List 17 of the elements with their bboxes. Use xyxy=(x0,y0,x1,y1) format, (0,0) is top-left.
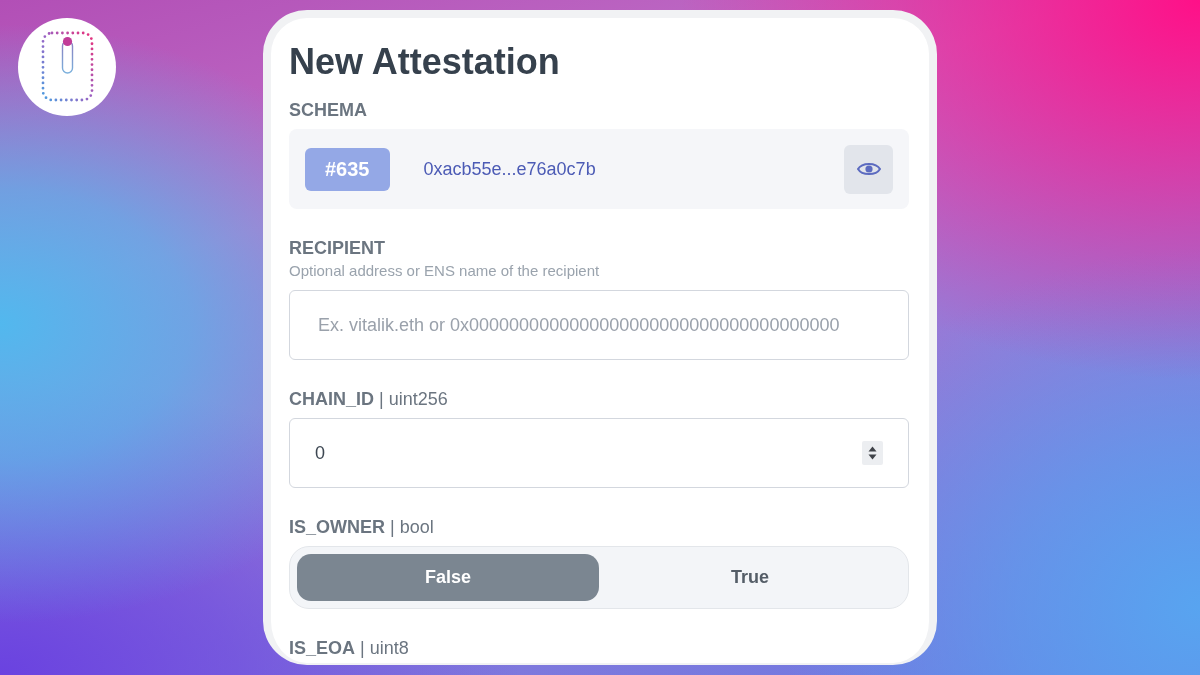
schema-uid-link[interactable]: 0xacb55e...e76a0c7b xyxy=(423,158,596,180)
text-input[interactable]: Ex. vitalik.eth or 0x0000000000000000000000000000000000000 xyxy=(289,290,909,360)
form-title: New Attestation xyxy=(289,40,560,84)
field-hint: Optional address or ENS name of the recipient xyxy=(289,261,600,281)
eye-icon xyxy=(856,161,881,177)
field-label: IS_OWNER | bool xyxy=(289,516,434,539)
field-label: CHAIN_ID | uint256 xyxy=(289,388,448,411)
toggle-option[interactable]: False xyxy=(297,554,599,601)
view-schema-button[interactable] xyxy=(844,144,893,194)
toggle-option[interactable]: True xyxy=(599,554,901,601)
number-input[interactable]: 0 xyxy=(289,418,909,488)
field-label: IS_EOA | uint8 xyxy=(289,637,409,660)
logo-icon xyxy=(18,18,116,116)
field-label: SCHEMA xyxy=(289,99,367,122)
field-label: RECIPIENT xyxy=(289,237,385,260)
schema-id-badge: #635 xyxy=(305,147,390,191)
stepper-icon[interactable] xyxy=(862,441,883,465)
